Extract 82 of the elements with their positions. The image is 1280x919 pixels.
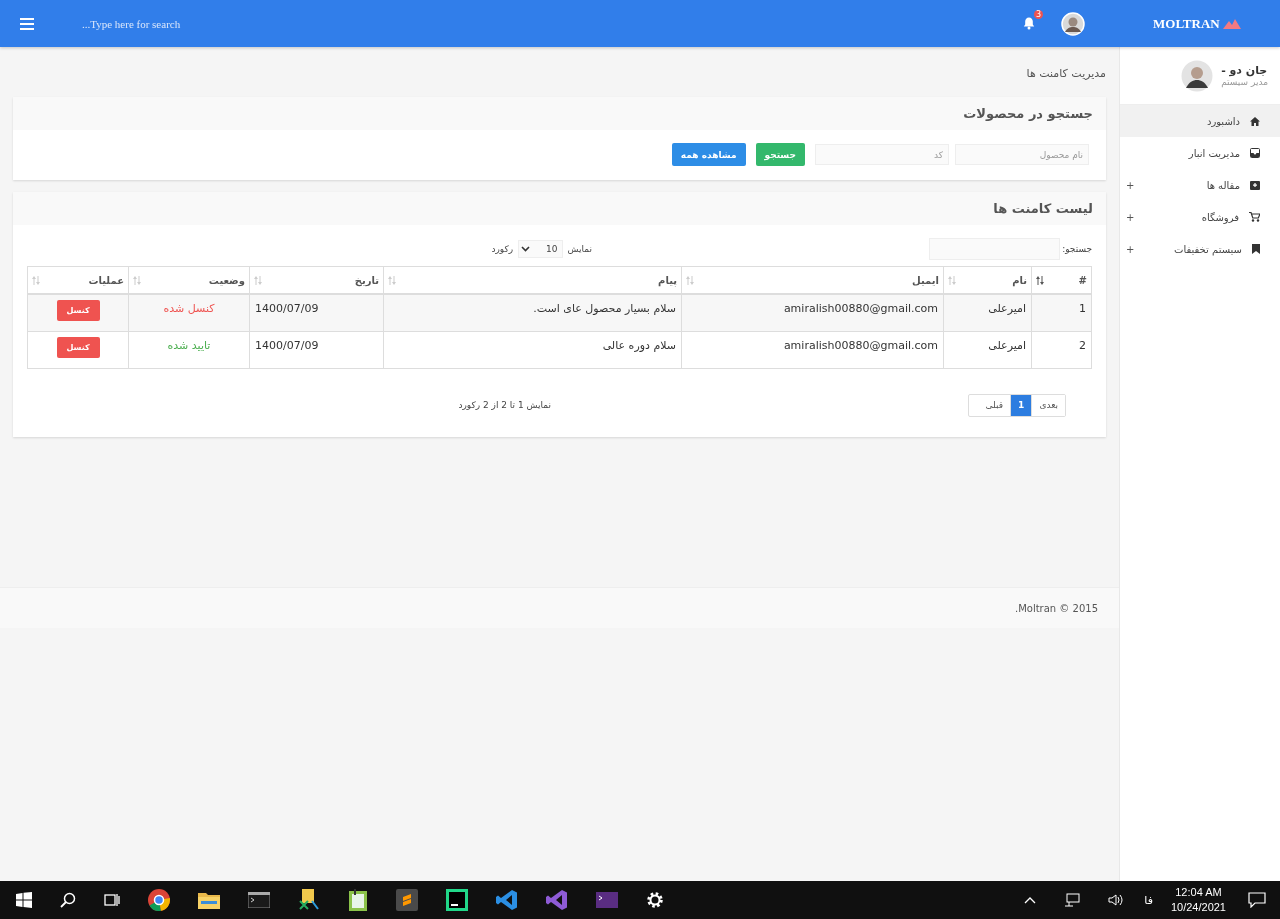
app-icon[interactable] xyxy=(298,889,320,911)
avatar-icon[interactable] xyxy=(1061,11,1085,36)
notification-badge: 3 xyxy=(1033,10,1043,19)
input-field[interactable]: نام محصول xyxy=(955,144,1089,165)
bell-icon[interactable] xyxy=(1023,17,1035,30)
studio-icon[interactable] xyxy=(546,889,568,911)
table-cell: amiralish00880@gmail.com xyxy=(681,294,944,331)
card-title: لیست کامنت ها xyxy=(993,201,1093,216)
table-cell: سلام دوره عالی xyxy=(383,331,682,368)
sidebar-item-label: داشبورد xyxy=(1205,115,1240,127)
inbox-icon xyxy=(1250,148,1260,158)
table-cell: 1400/07/09 xyxy=(249,294,384,331)
table-cell: 1 xyxy=(1031,294,1092,331)
table-cell: امیرعلی xyxy=(943,294,1032,331)
clock-date[interactable]: 10/24/2021 xyxy=(1170,900,1226,915)
network-icon[interactable] xyxy=(1064,893,1081,907)
notification-center-icon[interactable] xyxy=(1248,892,1266,908)
table-cell: 1400/07/09 xyxy=(249,331,384,368)
folder-icon[interactable] xyxy=(198,891,220,909)
page-title: مدیریت کامنت ها xyxy=(1026,66,1106,80)
windows-icon[interactable] xyxy=(16,892,32,908)
column-label: عملیات xyxy=(88,274,124,286)
cart-icon xyxy=(1249,212,1260,222)
settings-icon[interactable] xyxy=(646,891,664,909)
chevron-up-icon[interactable] xyxy=(1024,896,1037,904)
column-label: پیام xyxy=(658,274,677,286)
column-label: تاریخ xyxy=(354,274,379,286)
home-icon xyxy=(1250,116,1260,126)
expand-sign: + xyxy=(1125,211,1135,223)
status-cell: کنسل شده xyxy=(128,294,250,331)
console-icon[interactable] xyxy=(596,892,618,908)
sidebar-item-label: فروشگاه xyxy=(1200,211,1239,223)
notepad-icon[interactable] xyxy=(348,889,368,911)
table-cell: سلام بسیار محصول عای است. xyxy=(383,294,682,331)
sidebar-item-label: سیستم تخفیفات xyxy=(1173,243,1242,255)
chevron-down-icon xyxy=(521,246,531,252)
table-info: نمایش 1 تا 2 از 2 رکورد xyxy=(458,400,551,410)
sidebar-item[interactable]: داشبورد xyxy=(1120,105,1280,137)
sidebar-item[interactable]: سیستم تخفیفات + xyxy=(1120,233,1280,265)
sidebar-item[interactable]: مدیریت انبار xyxy=(1120,137,1280,169)
table-cell: امیرعلی xyxy=(943,331,1032,368)
task-view-icon[interactable] xyxy=(104,892,120,908)
brand-logo-text: MOLTRAN xyxy=(1153,15,1220,32)
editor-icon[interactable] xyxy=(396,889,418,911)
expand-sign: + xyxy=(1125,243,1135,255)
user-name[interactable]: جان دو - xyxy=(1221,64,1268,77)
box-icon xyxy=(1250,180,1260,190)
search-field[interactable]: ...Type here for search xyxy=(82,17,282,30)
sidebar-item[interactable]: مقاله ها + xyxy=(1120,169,1280,201)
length-label: نمایش xyxy=(567,244,592,254)
sidebar-item-label: مدیریت انبار xyxy=(1187,147,1240,159)
mountain-logo-icon xyxy=(1222,18,1241,29)
user-role: مدیر سیستم xyxy=(1221,77,1268,87)
pagination-button[interactable]: 1 xyxy=(1010,394,1032,416)
menu-icon[interactable] xyxy=(20,17,34,30)
language-indicator[interactable]: فا xyxy=(1144,893,1153,907)
input-field[interactable]: کد xyxy=(815,144,949,165)
length-label: رکورد xyxy=(491,244,514,254)
code-editor-icon[interactable] xyxy=(496,889,518,911)
copyright-text: .Moltran © 2015 xyxy=(1015,602,1098,614)
column-label: # xyxy=(1078,274,1087,286)
card-title: جستجو در محصولات xyxy=(963,106,1093,121)
filter-label: جستجو: xyxy=(1062,244,1092,254)
table-cell: amiralish00880@gmail.com xyxy=(681,331,944,368)
sidebar-item-label: مقاله ها xyxy=(1205,179,1240,191)
column-label: وضعیت xyxy=(208,274,245,286)
page-size-select[interactable]: 10 xyxy=(518,240,563,258)
column-label: ایمیل xyxy=(912,274,939,286)
search-icon[interactable] xyxy=(60,892,76,908)
expand-sign: + xyxy=(1125,179,1135,191)
avatar-icon xyxy=(1181,59,1214,92)
bookmark-icon xyxy=(1252,244,1260,254)
pagination-button[interactable]: بعدی xyxy=(1031,394,1065,416)
terminal-icon[interactable] xyxy=(248,892,270,908)
browser-icon[interactable] xyxy=(148,889,170,911)
clock-time[interactable]: 12:04 AM xyxy=(1175,885,1222,900)
volume-icon[interactable] xyxy=(1108,893,1125,907)
sidebar-item[interactable]: فروشگاه + xyxy=(1120,201,1280,233)
column-label: نام xyxy=(1012,274,1027,286)
ide-icon[interactable] xyxy=(446,889,468,911)
status-cell: تایید شده xyxy=(128,331,250,368)
table-cell: 2 xyxy=(1031,331,1092,368)
